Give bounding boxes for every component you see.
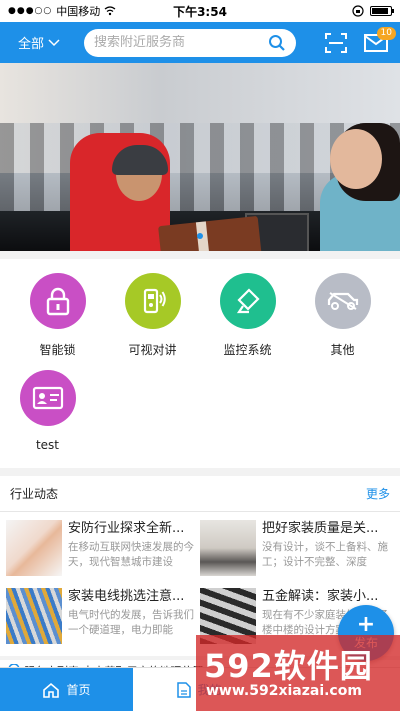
city-selector[interactable]: 全部 [8,33,84,52]
tab-mine[interactable]: 我的 [133,668,266,711]
scan-icon [325,32,347,53]
news-title: 安防行业探求全新... [68,521,185,536]
category-test[interactable]: test [0,370,95,452]
category-label: 监控系统 [223,343,272,357]
category-label: 智能锁 [39,343,76,357]
rotation-lock-icon [352,5,364,17]
clock: 下午3:54 [173,4,227,19]
intercom-icon [124,273,181,329]
carrier-label: 中国移动 [56,5,101,18]
tab-label: 首页 [66,683,91,697]
search-icon[interactable] [268,34,286,52]
publish-label: 发布 [353,635,378,650]
message-badge: 10 [376,26,396,40]
category-monitoring[interactable]: 监控系统 [200,273,295,358]
hands-thumb [6,520,62,576]
promo-banner[interactable] [0,63,400,251]
category-label: 可视对讲 [128,343,177,357]
scan-button[interactable] [324,32,348,54]
news-desc: 电气时代的发展，告诉我们一个硬道理，电力即能 [68,609,194,636]
news-desc: 没有设计，谈不上备料、施工；设计不完整、深度 [262,541,388,568]
news-item[interactable]: 安防行业探求全新... 在移动互联网快速发展的今天，现代智慧城市建设 [6,520,200,584]
top-header: 全部 10 [0,22,400,63]
city-label: 全部 [18,37,45,52]
document-icon [177,681,192,698]
battery-icon [370,6,394,16]
bottom-tab-bar: 首页 我的 [0,667,400,711]
wifi-icon [104,6,116,16]
chevron-down-icon [48,38,60,46]
car-icon [314,273,371,329]
search-box[interactable] [84,28,296,57]
camera-icon [219,273,276,329]
category-other[interactable]: 其他 [295,273,390,358]
category-label: test [35,438,60,452]
news-title: 五金解读：家装小... [262,589,379,604]
news-item[interactable]: 把好家装质量是关... 没有设计，谈不上备料、施工；设计不完整、深度 [200,520,394,584]
home-icon [43,682,60,698]
category-video-intercom[interactable]: 可视对讲 [105,273,200,358]
plus-icon: + [356,611,376,637]
news-desc: 在移动互联网快速发展的今天，现代智慧城市建设 [68,541,194,568]
signal-icon: ●●●○○ [8,6,53,16]
more-link[interactable]: 更多 [366,485,390,502]
search-input[interactable] [94,35,268,50]
lock-icon [29,273,86,329]
tab-placeholder [266,668,399,711]
id-card-icon [19,370,76,426]
news-heading: 行业动态 [10,487,59,501]
news-header: 行业动态 更多 [0,476,400,512]
category-grid: 智能锁 可视对讲 监控系统 其他 test [0,259,400,468]
news-title: 把好家装质量是关... [262,521,379,536]
category-smart-lock[interactable]: 智能锁 [10,273,105,358]
wires-thumb [6,588,62,644]
room-thumb [200,520,256,576]
category-label: 其他 [330,343,355,357]
publish-button[interactable]: + 发布 [338,605,394,661]
news-item[interactable]: 家装电线挑选注意... 电气时代的发展，告诉我们一个硬道理，电力即能 [6,588,200,652]
news-title: 家装电线挑选注意... [68,589,185,604]
stairs-thumb [200,588,256,644]
tab-home[interactable]: 首页 [0,668,133,711]
message-button[interactable]: 10 [364,26,396,52]
status-bar: ●●●○○ 中国移动 下午3:54 [0,0,400,22]
carousel-indicator[interactable] [197,233,203,239]
tab-label: 我的 [197,683,222,697]
